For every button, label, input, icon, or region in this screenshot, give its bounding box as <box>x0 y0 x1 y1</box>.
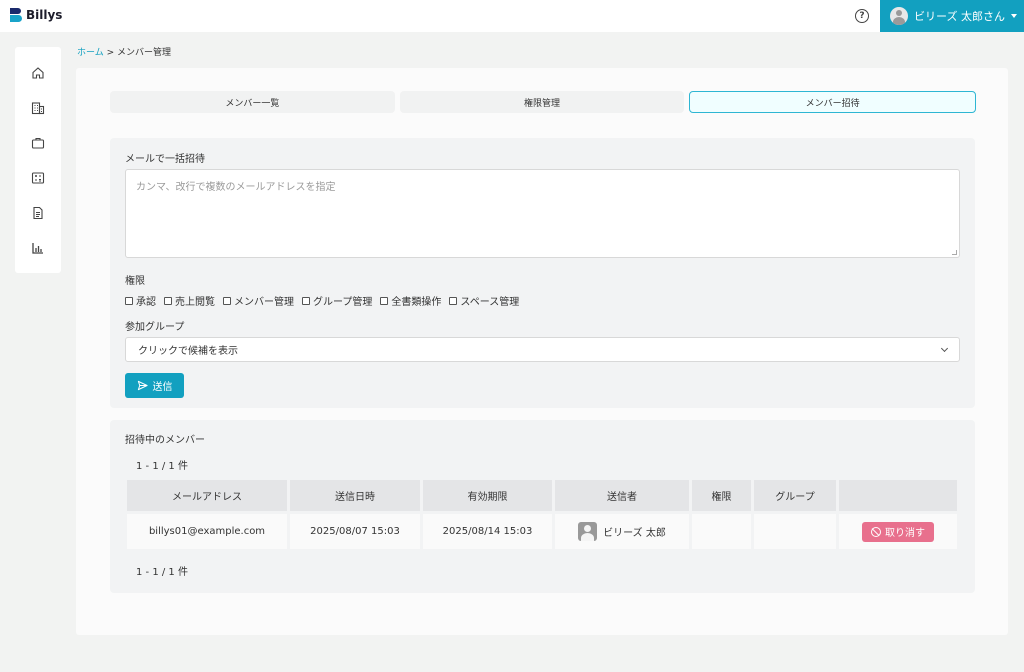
document-icon[interactable] <box>31 206 45 220</box>
result-count-top: 1 - 1 / 1 件 <box>136 461 188 472</box>
home-icon[interactable] <box>31 66 45 80</box>
logo-mark-icon <box>10 8 22 22</box>
table-header: メールアドレス 送信日時 有効期限 送信者 権限 グループ <box>127 480 957 511</box>
app-logo[interactable]: Billys <box>10 8 62 22</box>
avatar <box>890 7 908 25</box>
checkbox-icon <box>380 296 389 305</box>
cell-email: billys01@example.com <box>127 514 287 549</box>
permission-checkbox-sales-view[interactable]: 売上閲覧 <box>164 293 215 308</box>
building-icon[interactable] <box>31 101 45 115</box>
tab-member-invite[interactable]: メンバー招待 <box>689 91 977 113</box>
column-header-permission: 権限 <box>692 480 751 511</box>
cell-sender: ビリーズ 太郎 <box>555 514 689 549</box>
checkbox-label: メンバー管理 <box>234 297 294 308</box>
user-name: ビリーズ 太郎さん <box>914 10 1005 23</box>
top-bar: Billys ? ビリーズ 太郎さん <box>0 0 1024 32</box>
send-button[interactable]: 送信 <box>125 373 184 398</box>
question-circle-icon[interactable]: ? <box>855 9 869 23</box>
permission-checkbox-space-management[interactable]: スペース管理 <box>449 293 519 308</box>
breadcrumb-current: メンバー管理 <box>117 48 172 58</box>
sender-name: ビリーズ 太郎 <box>603 528 666 539</box>
permission-checkboxes: 承認 売上閲覧 メンバー管理 グループ管理 全書類操作 スペース管理 <box>125 293 519 308</box>
logo-text: Billys <box>26 8 63 22</box>
email-textarea[interactable]: カンマ、改行で複数のメールアドレスを指定 <box>125 169 960 258</box>
permission-checkbox-member-management[interactable]: メンバー管理 <box>223 293 294 308</box>
checkbox-label: 承認 <box>136 297 156 308</box>
resize-handle-icon[interactable] <box>952 250 957 255</box>
checkbox-icon <box>449 296 458 305</box>
column-header-group: グループ <box>754 480 836 511</box>
column-header-email: メールアドレス <box>127 480 287 511</box>
email-textarea-placeholder: カンマ、改行で複数のメールアドレスを指定 <box>136 182 336 193</box>
checkbox-label: グループ管理 <box>313 297 373 308</box>
invite-form-card: メールで一括招待 カンマ、改行で複数のメールアドレスを指定 権限 承認 売上閲覧… <box>110 138 975 408</box>
tab-permission-management[interactable]: 権限管理 <box>399 91 685 113</box>
briefcase-icon[interactable] <box>31 136 45 150</box>
checkbox-label: 全書類操作 <box>391 297 442 308</box>
user-menu-button[interactable]: ビリーズ 太郎さん <box>880 0 1024 32</box>
main-panel: メンバー一覧 権限管理 メンバー招待 メールで一括招待 カンマ、改行で複数のメー… <box>76 68 1008 635</box>
result-count-bottom: 1 - 1 / 1 件 <box>136 567 188 578</box>
permission-checkbox-group-management[interactable]: グループ管理 <box>302 293 372 308</box>
cell-expires-at: 2025/08/14 15:03 <box>423 514 552 549</box>
cell-permission <box>692 514 751 549</box>
chevron-down-icon <box>940 344 949 353</box>
cancel-invite-label: 取り消す <box>885 528 925 539</box>
pending-invites-card: 招待中のメンバー 1 - 1 / 1 件 メールアドレス 送信日時 有効期限 送… <box>110 420 975 593</box>
cancel-invite-button[interactable]: 取り消す <box>862 521 934 542</box>
caret-down-icon <box>1010 14 1017 18</box>
cell-group <box>754 514 836 549</box>
group-select-value: クリックで候補を表示 <box>138 346 238 357</box>
bar-chart-icon[interactable] <box>31 241 45 255</box>
ban-icon <box>871 526 881 537</box>
column-header-expires-at: 有効期限 <box>423 480 552 511</box>
avatar <box>578 522 598 541</box>
checkbox-label: 売上閲覧 <box>175 297 215 308</box>
group-select[interactable]: クリックで候補を表示 <box>125 337 960 362</box>
column-header-sender: 送信者 <box>555 480 689 511</box>
send-icon <box>137 380 148 391</box>
permission-checkbox-approve[interactable]: 承認 <box>125 293 156 308</box>
pending-title: 招待中のメンバー <box>125 435 205 446</box>
permission-checkbox-all-documents[interactable]: 全書類操作 <box>380 293 441 308</box>
calculator-icon[interactable] <box>31 171 45 185</box>
column-header-sent-at: 送信日時 <box>290 480 420 511</box>
checkbox-icon <box>302 296 310 305</box>
cell-action: 取り消す <box>839 514 957 549</box>
breadcrumb-separator: > <box>103 48 117 58</box>
breadcrumb-home-link[interactable]: ホーム <box>77 48 104 58</box>
tab-member-list[interactable]: メンバー一覧 <box>110 91 395 113</box>
group-label: 参加グループ <box>125 322 185 333</box>
permission-label: 権限 <box>125 276 145 287</box>
checkbox-label: スペース管理 <box>460 297 520 308</box>
breadcrumb: ホーム > メンバー管理 <box>77 45 171 58</box>
table-row: billys01@example.com 2025/08/07 15:03 20… <box>127 514 957 549</box>
checkbox-icon <box>125 296 133 305</box>
tab-bar: メンバー一覧 権限管理 メンバー招待 <box>110 91 977 113</box>
send-button-label: 送信 <box>152 382 173 393</box>
sidebar <box>15 47 61 273</box>
sender-info: ビリーズ 太郎 <box>578 522 666 541</box>
checkbox-icon <box>164 296 172 305</box>
column-header-action <box>839 480 957 511</box>
checkbox-icon <box>223 296 231 305</box>
bulk-invite-label: メールで一括招待 <box>125 154 205 165</box>
cell-sent-at: 2025/08/07 15:03 <box>290 514 420 549</box>
